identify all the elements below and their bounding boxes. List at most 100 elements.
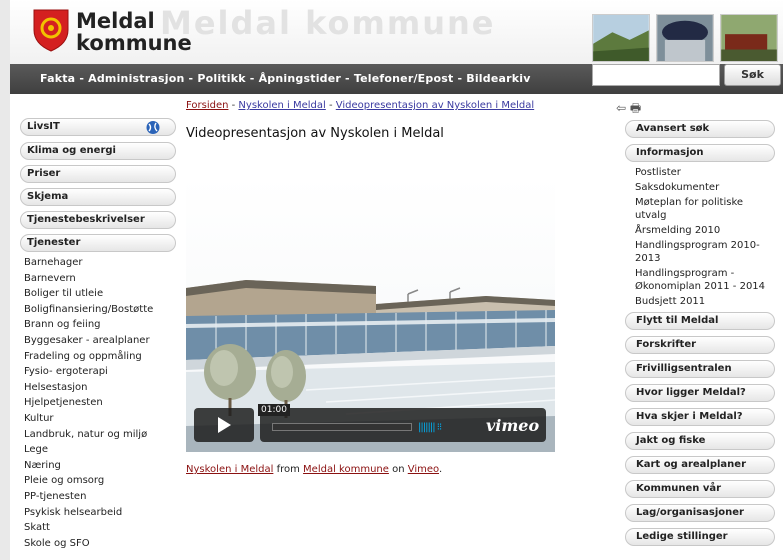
breadcrumb-current[interactable]: Videopresentasjon av Nyskolen i Meldal: [336, 100, 534, 111]
video-link[interactable]: Nyskolen i Meldal: [186, 464, 273, 475]
list-item[interactable]: Lege: [20, 442, 178, 458]
list-item[interactable]: Saksdokumenter: [625, 181, 775, 194]
print-icon[interactable]: 🖶: [630, 101, 641, 115]
sidebar-item-right[interactable]: Flytt til Meldal: [625, 312, 775, 330]
sidebar-item-label: Tjenestebeskrivelser: [27, 214, 145, 225]
list-item[interactable]: Boligfinansiering/Bostøtte: [20, 302, 178, 318]
logo-watermark: Meldal kommune: [160, 4, 496, 42]
nav-link-administrasjon[interactable]: Administrasjon: [88, 72, 184, 85]
sidebar-item-right[interactable]: Lag/organisasjoner: [625, 504, 775, 522]
search-input[interactable]: [592, 64, 720, 86]
list-item[interactable]: Brann og feiing: [20, 317, 178, 333]
sidebar-item-priser[interactable]: Priser: [20, 165, 176, 183]
sidebar-item-right[interactable]: Hvor ligger Meldal?: [625, 384, 775, 402]
sidebar-item-right[interactable]: Kart og arealplaner: [625, 456, 775, 474]
list-item[interactable]: Hjelpetjenesten: [20, 395, 178, 411]
right-pill-list: Flytt til Meldal Forskrifter Frivilligsent…: [625, 312, 775, 546]
nav-link-fakta[interactable]: Fakta: [40, 72, 75, 85]
sidebar-item-label: Klima og energi: [27, 145, 116, 156]
credit-from: from: [276, 464, 300, 475]
nav-link-bildearkiv[interactable]: Bildearkiv: [466, 72, 530, 85]
sidebar-item-label: Priser: [27, 168, 61, 179]
breadcrumb: Forsiden - Nyskolen i Meldal - Videopres…: [186, 100, 534, 111]
nav-link-åpningstider[interactable]: Åpningstider: [259, 72, 341, 85]
list-item[interactable]: Budsjett 2011: [625, 295, 775, 308]
advanced-search-button[interactable]: Avansert søk: [625, 120, 775, 138]
tjenester-list: Barnehager Barnevern Boliger til utleie Bol…: [20, 255, 178, 551]
sidebar-item-informasjon[interactable]: Informasjon: [625, 144, 775, 162]
video-progress-bar[interactable]: [272, 423, 412, 431]
list-item[interactable]: Landbruk, natur og miljø: [20, 427, 178, 443]
user-link[interactable]: Meldal kommune: [303, 464, 389, 475]
page-title: Videopresentasjon av Nyskolen i Meldal: [186, 126, 444, 141]
list-item[interactable]: Fradeling og oppmåling: [20, 349, 178, 365]
breadcrumb-nyskolen[interactable]: Nyskolen i Meldal: [238, 100, 325, 111]
list-item[interactable]: PP-tjenesten: [20, 489, 178, 505]
list-item[interactable]: Psykisk helsearbeid: [20, 505, 178, 521]
nav-links: Fakta - Administrasjon - Politikk - Åpni…: [40, 72, 531, 85]
play-icon: [218, 417, 231, 433]
right-sidebar: Avansert søk Informasjon Postlister Saksd…: [625, 120, 775, 552]
logo-line-2: kommune: [76, 31, 192, 55]
coat-of-arms-icon[interactable]: [32, 8, 70, 52]
nav-separator: -: [75, 72, 89, 85]
sidebar-item-livsit[interactable]: LivsIT: [20, 118, 176, 136]
sidebar-item-tjenester[interactable]: Tjenester: [20, 234, 176, 252]
berries-photo: [656, 14, 714, 62]
list-item[interactable]: Byggesaker - arealplaner: [20, 333, 178, 349]
play-button[interactable]: [194, 408, 254, 442]
globe-icon: [146, 121, 160, 134]
credit-end: .: [439, 464, 443, 475]
vimeo-link[interactable]: Vimeo: [408, 464, 439, 475]
video-credit: Nyskolen i Meldal from Meldal kommune on…: [186, 464, 442, 475]
list-item[interactable]: Pleie og omsorg: [20, 473, 178, 489]
volume-icon[interactable]: ||||||| ⁝⁝: [418, 422, 442, 433]
breadcrumb-separator: -: [325, 100, 336, 111]
train-photo: [720, 14, 778, 62]
list-item[interactable]: Skatt: [20, 520, 178, 536]
list-item[interactable]: Handlingsprogram - Økonomiplan 2011 - 20…: [625, 267, 775, 293]
sidebar-item-skjema[interactable]: Skjema: [20, 188, 176, 206]
list-item[interactable]: Helsestasjon: [20, 380, 178, 396]
list-item[interactable]: Handlingsprogram 2010-2013: [625, 239, 775, 265]
back-icon[interactable]: ⇦: [616, 101, 626, 115]
site-logo[interactable]: Meldal kommune: [76, 10, 192, 54]
sidebar-item-label: Informasjon: [636, 147, 704, 158]
list-item[interactable]: Boliger til utleie: [20, 286, 178, 302]
sidebar-item-tjenestebeskrivelser[interactable]: Tjenestebeskrivelser: [20, 211, 176, 229]
breadcrumb-home[interactable]: Forsiden: [186, 100, 228, 111]
sidebar-item-right[interactable]: Hva skjer i Meldal?: [625, 408, 775, 426]
list-item[interactable]: Kultur: [20, 411, 178, 427]
list-item[interactable]: Postlister: [625, 166, 775, 179]
search-button[interactable]: Søk: [724, 64, 781, 86]
page-tools: ⇦ 🖶: [616, 99, 641, 120]
sidebar-item-right[interactable]: Jakt og fiske: [625, 432, 775, 450]
list-item[interactable]: Barnehager: [20, 255, 178, 271]
header-photos: [592, 14, 783, 62]
vimeo-logo[interactable]: vimeo: [486, 416, 539, 435]
credit-on: on: [392, 464, 405, 475]
list-item[interactable]: Barnevern: [20, 271, 178, 287]
list-item[interactable]: Skole og SFO: [20, 536, 178, 552]
nav-separator: -: [453, 72, 467, 85]
nav-link-politikk[interactable]: Politikk: [197, 72, 245, 85]
site-header: Meldal kommune Meldal kommune: [10, 0, 783, 64]
nav-separator: -: [184, 72, 198, 85]
logo-line-1: Meldal: [76, 9, 155, 33]
sidebar-item-right[interactable]: Ledige stillinger: [625, 528, 775, 546]
sidebar-item-label: Skjema: [27, 191, 69, 202]
sidebar-item-right[interactable]: Frivilligsentralen: [625, 360, 775, 378]
list-item[interactable]: Årsmelding 2010: [625, 224, 775, 237]
sidebar-item-right[interactable]: Kommunen vår: [625, 480, 775, 498]
video-player[interactable]: 01:00 ||||||| ⁝⁝ vimeo: [186, 176, 555, 452]
list-item[interactable]: Møteplan for politiske utvalg: [625, 196, 775, 222]
sidebar-item-right[interactable]: Forskrifter: [625, 336, 775, 354]
sidebar-item-klima[interactable]: Klima og energi: [20, 142, 176, 160]
list-item[interactable]: Næring: [20, 458, 178, 474]
nav-link-telefoner-epost[interactable]: Telefoner/Epost: [354, 72, 454, 85]
landscape-photo: [592, 14, 650, 62]
left-sidebar: LivsIT Klima og energi Priser Skjema Tje…: [20, 118, 178, 551]
sidebar-item-label: Tjenester: [27, 237, 81, 248]
nav-separator: -: [245, 72, 259, 85]
list-item[interactable]: Fysio- ergoterapi: [20, 364, 178, 380]
